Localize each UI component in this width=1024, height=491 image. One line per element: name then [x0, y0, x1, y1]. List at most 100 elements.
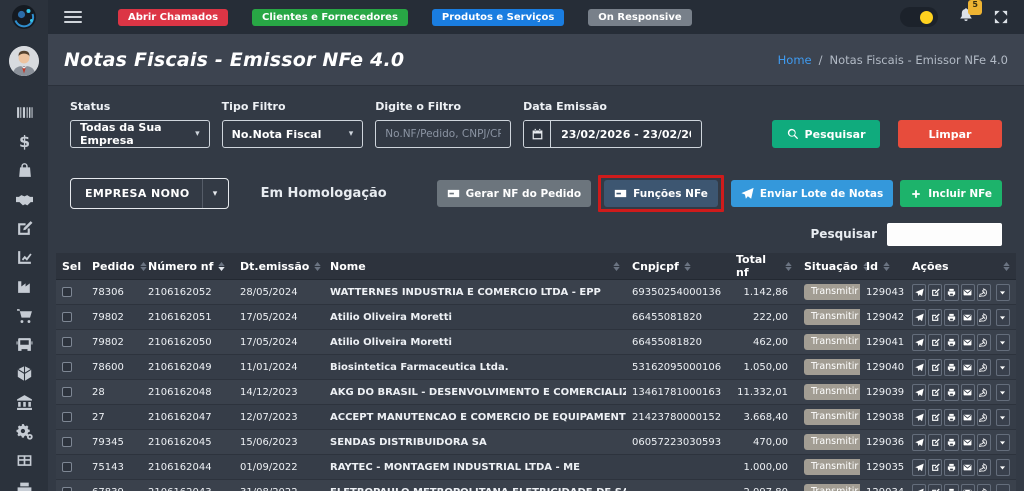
action-more-button[interactable] [996, 459, 1010, 476]
action-whatsapp-button[interactable] [977, 459, 991, 476]
column-header-pedido[interactable]: Pedido [86, 253, 142, 280]
handshake-icon[interactable] [15, 191, 33, 208]
action-send-button[interactable] [912, 459, 926, 476]
action-whatsapp-button[interactable] [977, 409, 991, 426]
menu-toggle-icon[interactable] [64, 8, 82, 26]
row-checkbox[interactable] [62, 487, 72, 491]
row-checkbox[interactable] [62, 437, 72, 447]
table-row[interactable]: 75143210616204401/09/2022RAYTEC - MONTAG… [56, 455, 1016, 480]
action-edit-button[interactable] [928, 484, 942, 491]
action-send-button[interactable] [912, 284, 926, 301]
status-badge[interactable]: Transmitir [804, 484, 860, 491]
row-checkbox[interactable] [62, 312, 72, 322]
action-send-button[interactable] [912, 434, 926, 451]
action-email-button[interactable] [961, 484, 975, 491]
action-whatsapp-button[interactable] [977, 284, 991, 301]
cube-icon[interactable] [15, 365, 33, 382]
row-checkbox[interactable] [62, 387, 72, 397]
action-print-button[interactable] [944, 484, 958, 491]
status-badge[interactable]: Transmitir [804, 334, 860, 350]
action-send-button[interactable] [912, 309, 926, 326]
action-edit-button[interactable] [928, 359, 942, 376]
action-whatsapp-button[interactable] [977, 484, 991, 491]
dollar-sign-icon[interactable] [15, 133, 33, 150]
column-header-id[interactable]: Id [860, 253, 906, 280]
tipo-filtro-select[interactable]: No.Nota Fiscal▾ [222, 120, 364, 148]
status-badge[interactable]: Transmitir [804, 284, 860, 300]
enviar-lote-button[interactable]: Enviar Lote de Notas [731, 180, 893, 207]
action-edit-button[interactable] [928, 284, 942, 301]
status-badge[interactable]: Transmitir [804, 409, 860, 425]
calendar-icon[interactable] [524, 121, 551, 147]
column-header-nome[interactable]: Nome [324, 253, 626, 280]
status-badge[interactable]: Transmitir [804, 434, 860, 450]
action-email-button[interactable] [961, 459, 975, 476]
action-edit-button[interactable] [928, 334, 942, 351]
funcoes-nfe-button[interactable]: Funções NFe [604, 180, 718, 207]
action-print-button[interactable] [944, 459, 958, 476]
column-header-total-nf[interactable]: Total nf [730, 253, 798, 280]
action-more-button[interactable] [996, 359, 1010, 376]
table-row[interactable]: 28210616204814/12/2023AKG DO BRASIL - DE… [56, 380, 1016, 405]
action-email-button[interactable] [961, 359, 975, 376]
filter-text-input[interactable] [385, 128, 501, 140]
table-row[interactable]: 67839210616204331/08/2022ELETROPAULO MET… [56, 480, 1016, 491]
action-whatsapp-button[interactable] [977, 334, 991, 351]
action-more-button[interactable] [996, 434, 1010, 451]
nav-button-abrir-chamados[interactable]: Abrir Chamados [118, 9, 228, 26]
sort-icon[interactable] [218, 262, 225, 271]
action-whatsapp-button[interactable] [977, 384, 991, 401]
nav-button-produtos-e-servi-os[interactable]: Produtos e Serviços [432, 9, 564, 26]
barcode-icon[interactable] [15, 104, 33, 121]
action-more-button[interactable] [996, 309, 1010, 326]
table-row[interactable]: 27210616204712/07/2023ACCEPT MANUTENCAO … [56, 405, 1016, 430]
incluir-nfe-button[interactable]: Incluir NFe [900, 180, 1002, 207]
status-select[interactable]: Todas da Sua Empresa▾ [70, 120, 210, 148]
industry-icon[interactable] [15, 278, 33, 295]
column-header-dt-emiss-o[interactable]: Dt.emissão [234, 253, 324, 280]
table-row[interactable]: 79802210616205117/05/2024Atilio Oliveira… [56, 305, 1016, 330]
shopping-bag-icon[interactable] [15, 162, 33, 179]
sort-icon[interactable] [314, 262, 321, 271]
row-checkbox[interactable] [62, 362, 72, 372]
action-send-button[interactable] [912, 334, 926, 351]
status-badge[interactable]: Transmitir [804, 309, 860, 325]
action-edit-button[interactable] [928, 434, 942, 451]
action-print-button[interactable] [944, 309, 958, 326]
action-print-button[interactable] [944, 284, 958, 301]
action-email-button[interactable] [961, 309, 975, 326]
cogs-icon[interactable] [15, 423, 33, 440]
action-send-button[interactable] [912, 384, 926, 401]
shopping-cart-icon[interactable] [15, 307, 33, 324]
action-email-button[interactable] [961, 384, 975, 401]
table-row[interactable]: 79345210616204515/06/2023SENDAS DISTRIBU… [56, 430, 1016, 455]
sort-icon[interactable] [1003, 262, 1010, 271]
row-checkbox[interactable] [62, 337, 72, 347]
sort-icon[interactable] [785, 262, 792, 271]
action-whatsapp-button[interactable] [977, 309, 991, 326]
action-edit-button[interactable] [928, 384, 942, 401]
theme-toggle[interactable] [900, 7, 938, 27]
notifications-button[interactable]: 5 [958, 7, 974, 27]
row-checkbox[interactable] [62, 462, 72, 472]
bank-icon[interactable] [15, 394, 33, 411]
table-row[interactable]: 78600210616204911/01/2024Biosintetica Fa… [56, 355, 1016, 380]
action-more-button[interactable] [996, 284, 1010, 301]
action-edit-button[interactable] [928, 459, 942, 476]
gerar-nf-button[interactable]: Gerar NF do Pedido [437, 180, 592, 207]
sort-icon[interactable] [140, 262, 147, 271]
status-badge[interactable]: Transmitir [804, 459, 860, 475]
action-print-button[interactable] [944, 384, 958, 401]
date-range-input[interactable] [551, 128, 701, 141]
printer-icon[interactable] [15, 481, 33, 491]
action-email-button[interactable] [961, 284, 975, 301]
sort-icon[interactable] [684, 262, 691, 271]
action-print-button[interactable] [944, 409, 958, 426]
action-more-button[interactable] [996, 334, 1010, 351]
chart-line-icon[interactable] [15, 249, 33, 266]
sort-icon[interactable] [883, 262, 890, 271]
fullscreen-icon[interactable] [994, 10, 1008, 24]
action-print-button[interactable] [944, 359, 958, 376]
column-header-cnpjcpf[interactable]: Cnpjcpf [626, 253, 730, 280]
action-whatsapp-button[interactable] [977, 434, 991, 451]
